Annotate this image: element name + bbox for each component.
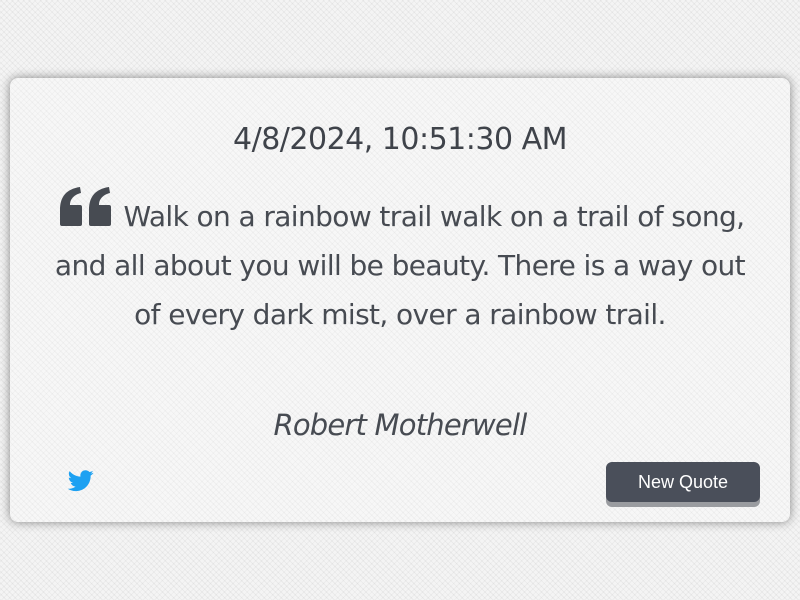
quote-card: 4/8/2024, 10:51:30 AM Walk on a rainbow … [10, 78, 790, 522]
quote-left-icon [59, 187, 111, 226]
twitter-icon [67, 470, 94, 492]
timestamp: 4/8/2024, 10:51:30 AM [233, 122, 568, 157]
quote-author: Robert Motherwell [273, 408, 527, 442]
new-quote-button[interactable]: New Quote [606, 462, 760, 502]
quote-text: Walk on a rainbow trail walk on a trail … [54, 200, 746, 331]
tweet-quote-link[interactable] [67, 470, 94, 492]
quote-block: Walk on a rainbow trail walk on a trail … [40, 186, 760, 339]
